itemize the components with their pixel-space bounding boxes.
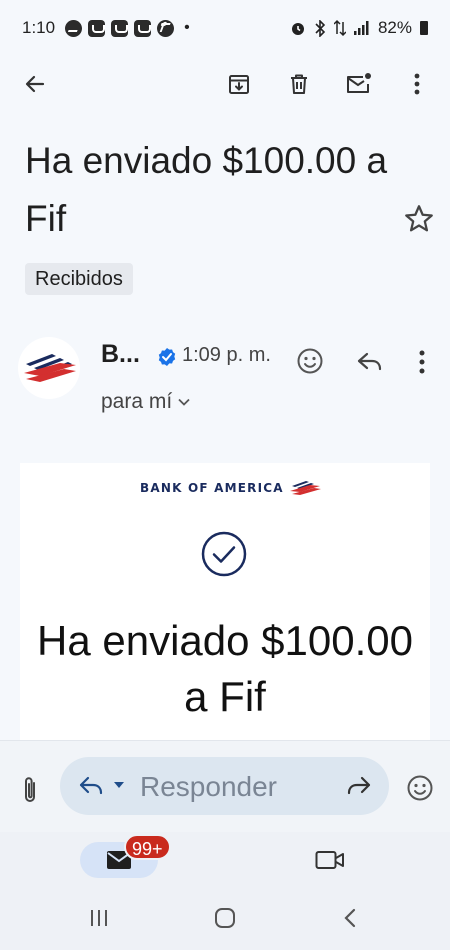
battery-icon (420, 21, 428, 35)
bank-of-america-flag-icon (24, 354, 76, 382)
email-subject: Ha enviado $100.00 a Fif (25, 140, 388, 239)
delete-icon (291, 74, 307, 94)
reply-button[interactable] (356, 349, 384, 375)
email-body-card: BANK OF AMERICA Ha enviado $100.00 a Fif (20, 463, 430, 743)
status-bar: 1:10 • 82% (0, 0, 450, 56)
message-more-button[interactable] (410, 348, 434, 376)
check-circle-icon (201, 531, 247, 577)
more-vertical-icon (414, 73, 420, 95)
signal-icon (353, 21, 369, 35)
reply-bar: Responder (0, 740, 450, 832)
sender-row: B... 1:09 p. m. para mí (0, 330, 450, 430)
status-time: 1:10 (22, 18, 56, 37)
reply-options-caret-icon[interactable] (113, 779, 125, 791)
chevron-down-icon (178, 398, 190, 406)
back-button[interactable] (15, 64, 55, 104)
mailbox-icon (111, 19, 129, 37)
star-button[interactable] (402, 202, 436, 236)
recipient-text: para mí (101, 390, 173, 413)
nav-meet-tab[interactable] (315, 849, 345, 871)
bank-logo: BANK OF AMERICA (140, 480, 322, 496)
smiley-icon (297, 348, 323, 374)
back-arrow-icon (25, 75, 45, 93)
messenger-icon (65, 19, 83, 37)
smiley-icon (407, 775, 433, 801)
paperclip-icon (25, 777, 35, 802)
system-nav-bar (0, 884, 450, 950)
mailbox-icon (88, 19, 106, 37)
verified-icon (158, 348, 176, 366)
facebook-icon (157, 19, 175, 37)
more-notifications-dot: • (184, 19, 190, 36)
reply-input[interactable]: Responder (60, 757, 389, 815)
battery-percent: 82% (377, 18, 412, 37)
forward-icon[interactable] (346, 775, 372, 797)
attach-button[interactable] (19, 775, 41, 805)
mark-unread-icon (347, 73, 371, 93)
data-icon (333, 19, 346, 37)
alarm-icon (291, 23, 304, 35)
more-vertical-icon (419, 350, 425, 374)
archive-icon (229, 75, 249, 94)
system-back-button[interactable] (340, 906, 360, 930)
home-icon (215, 908, 235, 928)
bottom-nav: 99+ (0, 832, 450, 884)
send-time: 1:09 p. m. (182, 344, 271, 366)
add-reaction-button[interactable] (296, 347, 324, 375)
bank-flag-icon (289, 481, 321, 495)
sender-name[interactable]: B... (101, 340, 140, 369)
back-chevron-icon (344, 908, 356, 928)
app-bar (0, 56, 450, 112)
bank-logo-text: BANK OF AMERICA (140, 481, 284, 495)
video-camera-icon (315, 851, 344, 869)
recipient-toggle[interactable]: para mí (101, 390, 190, 414)
status-left: 1:10 • (22, 18, 194, 38)
recent-apps-button[interactable] (88, 906, 110, 930)
status-right: 82% (290, 18, 428, 38)
recent-apps-icon (91, 910, 107, 926)
sender-avatar[interactable] (18, 337, 80, 399)
reply-icon (79, 776, 103, 795)
delete-button[interactable] (279, 64, 319, 104)
archive-button[interactable] (219, 64, 259, 104)
mailbox-icon (134, 19, 152, 37)
unread-badge: 99+ (124, 834, 171, 860)
reply-icon (357, 352, 382, 371)
star-icon (405, 205, 433, 232)
more-options-button[interactable] (397, 64, 437, 104)
reply-placeholder: Responder (140, 771, 277, 802)
mark-unread-button[interactable] (339, 64, 379, 104)
card-heading: Ha enviado $100.00 a Fif (37, 617, 413, 720)
label-chip[interactable]: Recibidos (25, 263, 133, 295)
home-button[interactable] (212, 906, 238, 930)
emoji-button[interactable] (406, 774, 434, 802)
bluetooth-icon (315, 19, 326, 37)
